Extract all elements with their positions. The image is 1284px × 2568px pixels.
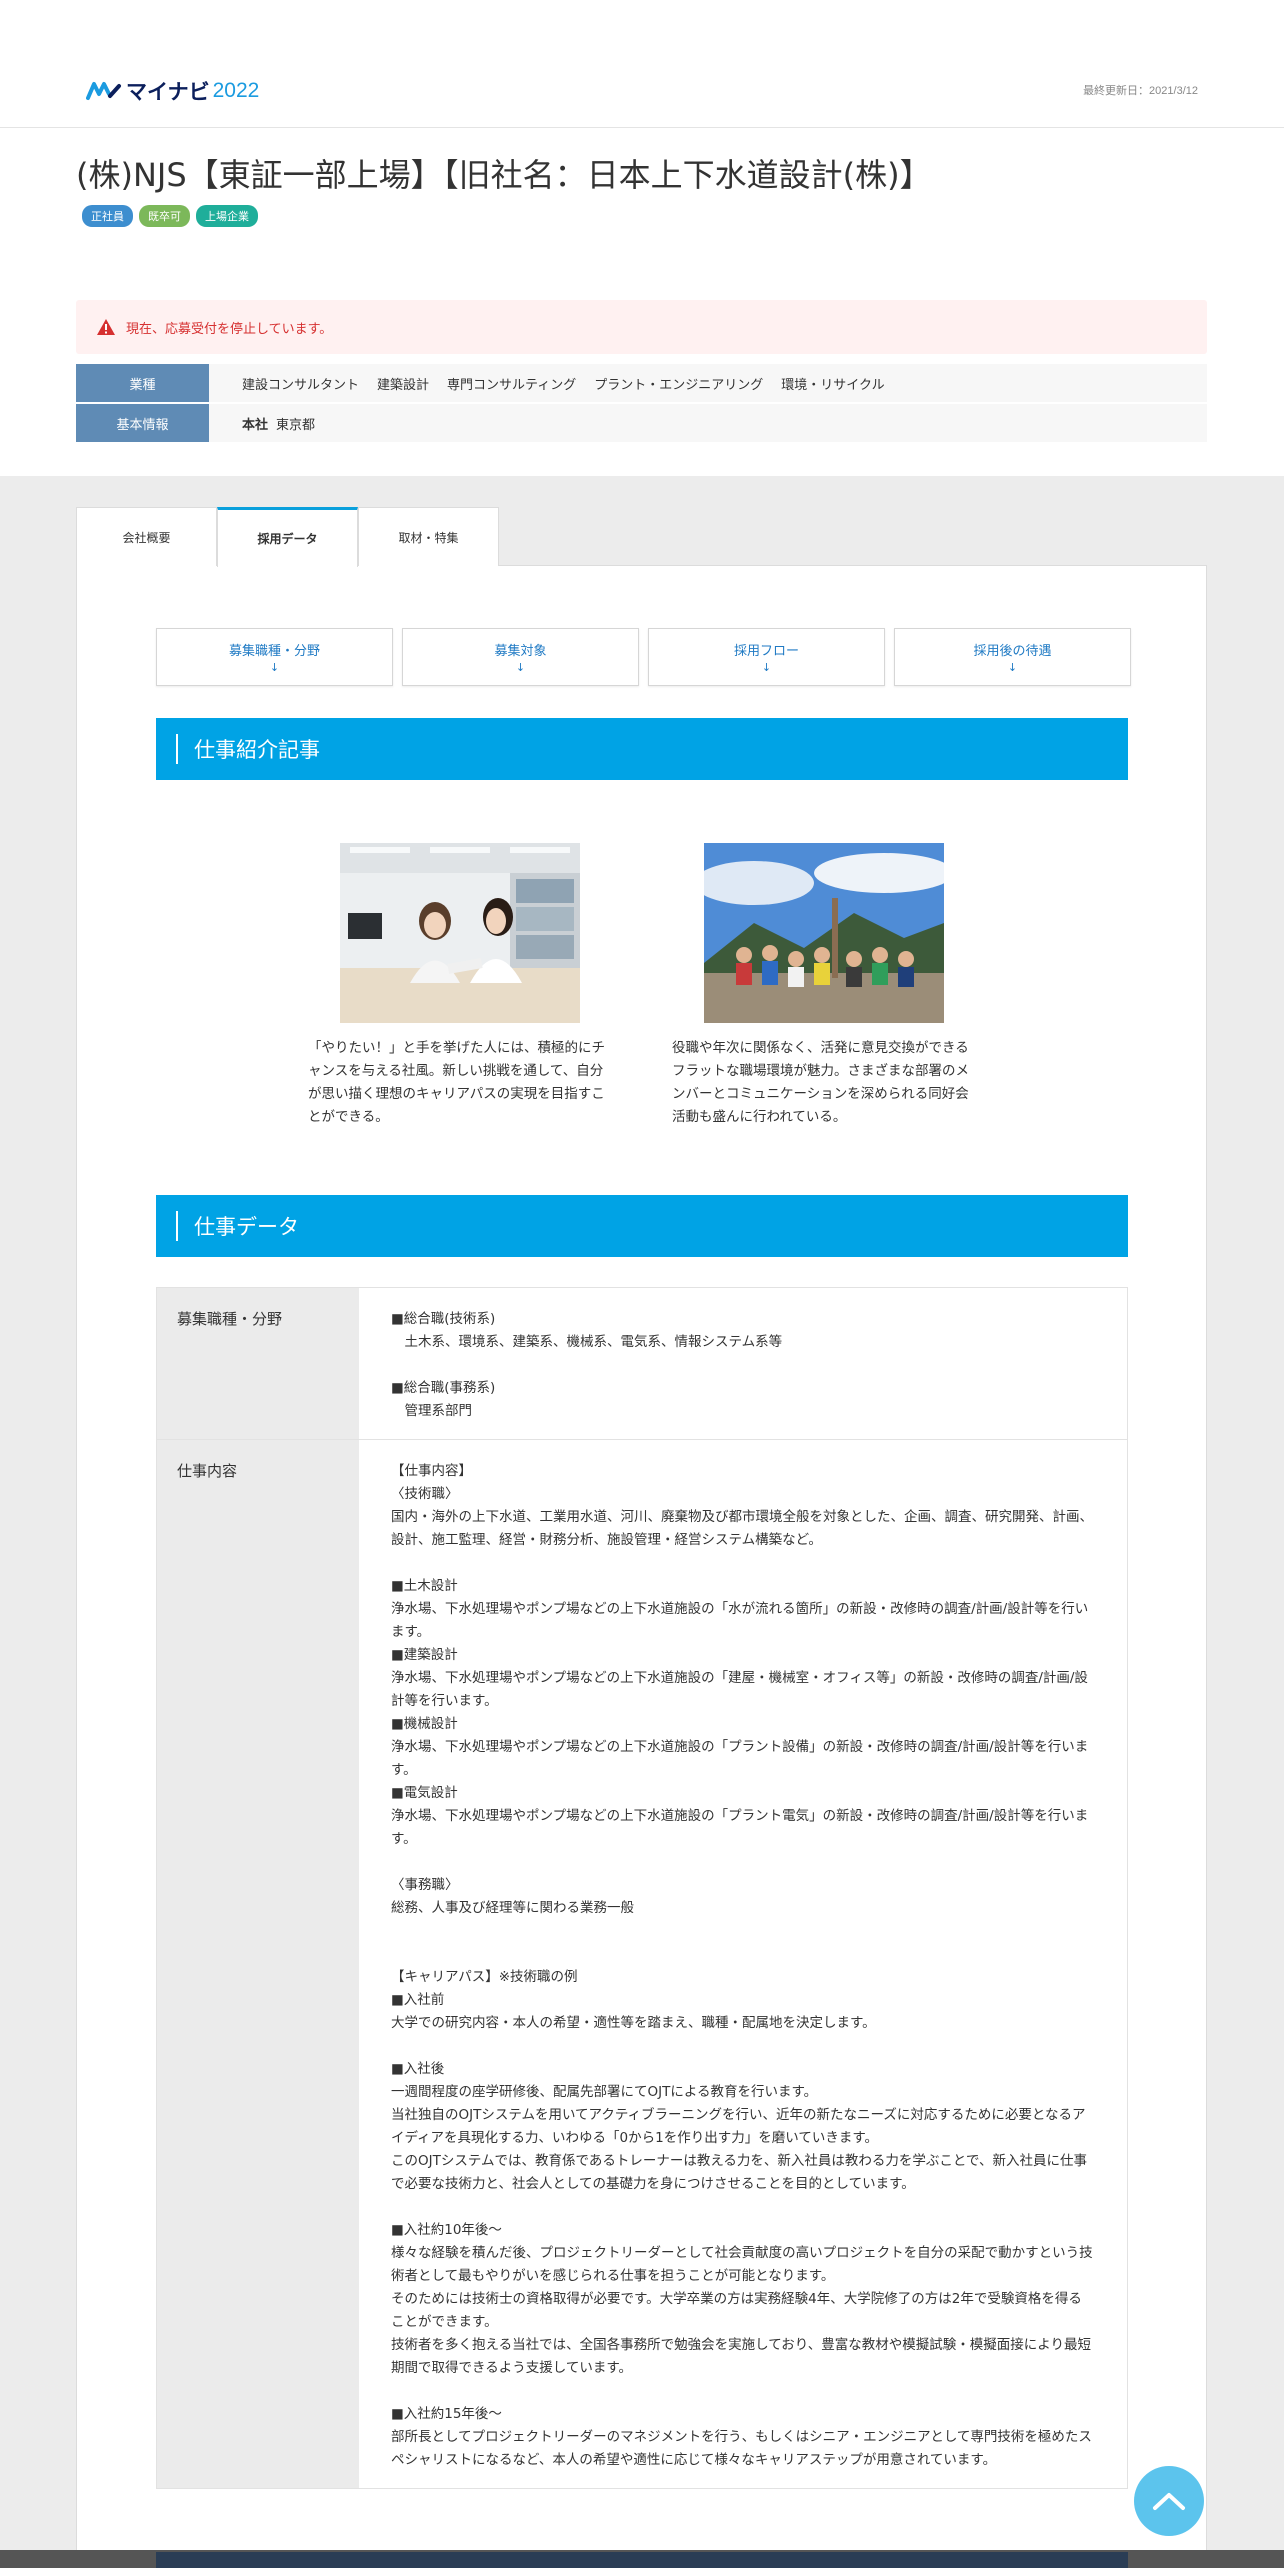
company-tags: 正社員 既卒可 上場企業: [82, 205, 258, 227]
jump-target[interactable]: 募集対象 ↓: [402, 628, 639, 686]
section-rule: [176, 1211, 178, 1241]
tag-employment: 正社員: [82, 205, 133, 227]
section-rule: [176, 734, 178, 764]
row-head-job-types: 募集職種・分野: [157, 1288, 359, 1439]
basic-info-row: 基本情報 本社 東京都: [76, 404, 1207, 442]
arrow-down-icon: ↓: [1007, 661, 1018, 674]
industry-item: 専門コンサルティング: [447, 377, 577, 393]
tab-recruit-data[interactable]: 採用データ: [217, 507, 358, 567]
article-card[interactable]: 「やりたい！」と手を挙げた人には、積極的にチャンスを与える社風。新しい挑戦を通し…: [308, 843, 608, 1129]
industry-item: 建設コンサルタント: [242, 377, 360, 393]
basic-info-label: 基本情報: [76, 404, 209, 442]
back-to-top-button[interactable]: [1134, 2466, 1204, 2536]
jobdata-section-header: 仕事データ: [156, 1195, 1128, 1257]
tag-graduates: 既卒可: [139, 205, 190, 227]
row-body-job-types: ■総合職(技術系) 土木系、環境系、建築系、機械系、電気系、情報システム系等 ■…: [391, 1311, 783, 1419]
warning-icon: [97, 319, 115, 335]
last-updated: 最終更新日：2021/3/12: [1083, 85, 1198, 97]
jump-job-types[interactable]: 募集職種・分野 ↓: [156, 628, 393, 686]
industry-item: 環境・リサイクル: [781, 377, 885, 393]
company-tabs: 会社概要 採用データ 取材・特集: [76, 507, 499, 567]
site-header: マイナビ 2022 最終更新日：2021/3/12: [0, 0, 1284, 128]
section-title: 仕事データ: [194, 1215, 299, 1239]
section-jump-links: 募集職種・分野 ↓ 募集対象 ↓ 採用フロー ↓ 採用後の待遇 ↓: [156, 628, 1131, 686]
section-title: 仕事紹介記事: [194, 738, 320, 762]
article-card[interactable]: 役職や年次に関係なく、活発に意見交換ができるフラットな職場環境が魅力。さまざまな…: [672, 843, 972, 1129]
industry-item: 建築設計: [377, 377, 430, 393]
jump-label: 募集対象: [494, 644, 547, 659]
mynavi-logo-mark-icon: [86, 82, 121, 100]
application-closed-notice: 現在、応募受付を停止しています。: [76, 300, 1207, 354]
article-photo-mountain[interactable]: [704, 843, 944, 1023]
tag-listed: 上場企業: [196, 205, 258, 227]
arrow-down-icon: ↓: [269, 661, 280, 674]
hq-value: 東京都: [276, 417, 316, 433]
arrow-down-icon: ↓: [761, 661, 772, 674]
row-body-job-content: 【仕事内容】 〈技術職〉 国内・海外の上下水道、工業用水道、河川、廃棄物及び都市…: [391, 1463, 1093, 2468]
chevron-up-icon: [1153, 2493, 1185, 2510]
article-caption: 役職や年次に関係なく、活発に意見交換ができるフラットな職場環境が魅力。さまざまな…: [672, 1040, 969, 1125]
logo-year: 2022: [212, 79, 260, 102]
industry-item: プラント・エンジニアリング: [594, 377, 764, 393]
arrow-down-icon: ↓: [515, 661, 526, 674]
basic-info-body: 本社 東京都: [209, 404, 1207, 442]
jump-label: 採用フロー: [733, 644, 799, 659]
notice-text: 現在、応募受付を停止しています。: [126, 321, 333, 337]
mynavi-logo[interactable]: マイナビ 2022: [86, 78, 259, 104]
industry-label: 業種: [76, 364, 209, 402]
logo-text: マイナビ: [126, 81, 210, 104]
bottom-button-edge: [156, 2552, 1128, 2568]
table-row: 仕事内容 【仕事内容】 〈技術職〉 国内・海外の上下水道、工業用水道、河川、廃棄…: [157, 1440, 1127, 2488]
industry-row: 業種 建設コンサルタント 建築設計 専門コンサルティング プラント・エンジニアリ…: [76, 364, 1207, 402]
company-name: (株)NJS【東証一部上場】【旧社名：日本上下水道設計(株)】: [76, 156, 932, 194]
job-data-table: 募集職種・分野 ■総合職(技術系) 土木系、環境系、建築系、機械系、電気系、情報…: [156, 1287, 1128, 2489]
tab-company-overview[interactable]: 会社概要: [76, 507, 217, 566]
jump-label: 採用後の待遇: [973, 644, 1052, 659]
jump-label: 募集職種・分野: [228, 644, 320, 659]
jump-treatment[interactable]: 採用後の待遇 ↓: [894, 628, 1131, 686]
table-row: 募集職種・分野 ■総合職(技術系) 土木系、環境系、建築系、機械系、電気系、情報…: [157, 1288, 1127, 1440]
industry-list: 建設コンサルタント 建築設計 専門コンサルティング プラント・エンジニアリング …: [209, 364, 1207, 402]
article-caption: 「やりたい！」と手を挙げた人には、積極的にチャンスを与える社風。新しい挑戦を通し…: [308, 1040, 605, 1125]
article-photo-office[interactable]: [340, 843, 580, 1023]
hq-label: 本社: [242, 417, 269, 433]
articles-section-header: 仕事紹介記事: [156, 718, 1128, 780]
jump-flow[interactable]: 採用フロー ↓: [648, 628, 885, 686]
tab-features[interactable]: 取材・特集: [358, 507, 499, 566]
row-head-job-content: 仕事内容: [157, 1440, 359, 2488]
